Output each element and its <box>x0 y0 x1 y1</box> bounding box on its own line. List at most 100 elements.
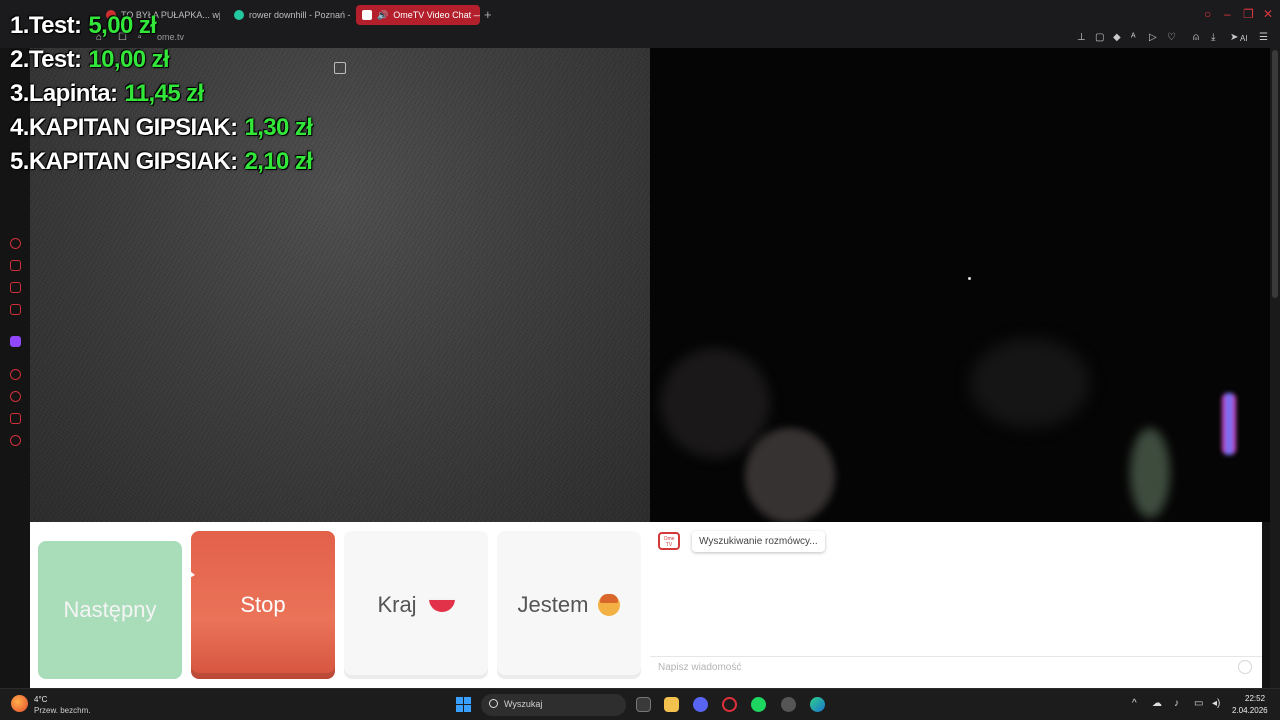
donation-item: 5.KAPITAN GIPSIAK: 2,10 zł <box>10 145 313 179</box>
donation-amount: 1,30 zł <box>244 114 313 141</box>
translate-icon[interactable]: ᴬ <box>1131 32 1136 44</box>
gender-button[interactable]: Jestem <box>497 531 641 679</box>
popout-icon[interactable] <box>334 62 346 74</box>
tab-label: OmeTV Video Chat — <box>393 10 480 20</box>
search-icon <box>489 699 498 708</box>
donation-name: KAPITAN GIPSIAK: <box>28 148 238 175</box>
close-icon[interactable]: ✕ <box>1263 8 1273 20</box>
boy-face-icon <box>598 594 621 616</box>
shield-icon[interactable]: ◆ <box>1113 32 1121 44</box>
donation-rank: 1. <box>10 12 29 39</box>
speaker-icon: 🔊 <box>377 9 389 20</box>
video-light-dot <box>968 277 971 280</box>
task-view-icon[interactable] <box>636 697 651 712</box>
aria-icon[interactable] <box>10 238 21 249</box>
heart-icon[interactable]: ♡ <box>1167 32 1176 44</box>
address-bar: ⌂ ☐ ▫ ome.tv ⊥ ▢ ◆ ᴬ ▷ ♡ ⍝ ⤓ ➤ AI ☰ <box>0 30 1280 48</box>
menu-icon[interactable]: ☰ <box>1259 32 1268 44</box>
ometv-logo-icon: Ome TV <box>658 532 680 550</box>
twitch-icon[interactable] <box>10 336 21 347</box>
next-button[interactable]: Następny <box>38 541 182 679</box>
ai-label[interactable]: AI <box>1240 33 1248 45</box>
donation-item: 3.Lapinta: 11,45 zł <box>10 77 204 111</box>
edge-icon[interactable] <box>810 697 825 712</box>
donation-amount: 5,00 zł <box>88 12 157 39</box>
emoji-icon[interactable] <box>1238 660 1252 674</box>
chevron-up-icon[interactable]: ^ <box>1132 699 1137 709</box>
donation-amount: 2,10 zł <box>244 148 313 175</box>
discord-icon[interactable] <box>693 697 708 712</box>
video-figure-hand <box>970 338 1090 428</box>
pin-icon[interactable]: ⊥ <box>1077 32 1086 44</box>
play-icon[interactable]: ▷ <box>1149 32 1157 44</box>
profile-icon[interactable]: ⍝ <box>1193 32 1199 44</box>
chat-status-message: Wyszukiwanie rozmówcy... <box>692 531 825 552</box>
ometv-tab-icon <box>362 10 372 20</box>
weather-icon[interactable] <box>11 695 28 712</box>
donation-item: 4.KAPITAN GIPSIAK: 1,30 zł <box>10 111 313 145</box>
donation-name: KAPITAN GIPSIAK: <box>28 114 238 141</box>
donation-rank: 5. <box>10 148 29 175</box>
donation-rank: 2. <box>10 46 29 73</box>
steam-icon[interactable] <box>781 697 796 712</box>
cloud-icon[interactable]: ☁ <box>1152 699 1162 709</box>
search-tabs-icon[interactable]: ○ <box>1204 8 1211 20</box>
chat-controls: Następny Stop Kraj Jestem <box>30 522 650 688</box>
volume-icon[interactable]: ◂) <box>1212 699 1220 709</box>
clock-date[interactable]: 2.04.2026 <box>1232 706 1268 715</box>
snapshot-icon[interactable]: ▢ <box>1095 32 1104 44</box>
video-figure-face <box>745 428 835 522</box>
search-label: Wyszukaj <box>504 699 543 709</box>
donation-amount: 10,00 zł <box>88 46 169 73</box>
workspace-icon[interactable] <box>10 260 21 271</box>
donation-item: 2.Test: 10,00 zł <box>10 43 170 77</box>
clock-time[interactable]: 22:52 <box>1245 694 1265 703</box>
new-tab-button[interactable]: + <box>484 8 492 21</box>
player-icon[interactable] <box>10 369 21 380</box>
donation-item: 1.Test: 5,00 zł <box>10 9 157 43</box>
display-icon[interactable]: ▭ <box>1194 699 1203 709</box>
file-explorer-icon[interactable] <box>664 697 679 712</box>
page-scrollbar[interactable] <box>1270 48 1280 688</box>
remote-video <box>650 48 1270 522</box>
chat-icon[interactable] <box>10 282 21 293</box>
chat-panel: Ome TV Wyszukiwanie rozmówcy... <box>650 522 1262 688</box>
donation-name: Lapinta: <box>28 80 118 107</box>
stop-button[interactable]: Stop <box>191 531 335 679</box>
donation-name: Test: <box>28 46 82 73</box>
scrollbar-thumb[interactable] <box>1272 50 1278 298</box>
divider <box>650 656 1262 657</box>
taskbar-search[interactable]: Wyszukaj <box>481 694 626 716</box>
spotify-icon[interactable] <box>751 697 766 712</box>
browser-tab-bar: TO BYŁA PUŁAPKA... wjec rower downhill -… <box>0 0 1280 30</box>
weather-description[interactable]: Przew. bezchm. <box>34 706 90 715</box>
settings-icon[interactable] <box>10 435 21 446</box>
minimize-icon[interactable]: – <box>1224 8 1231 20</box>
gender-button-label: Jestem <box>517 592 589 617</box>
taskbar: 4°C Przew. bezchm. Wyszukaj ^ ☁ ♪ ▭ ◂) 2… <box>0 688 1280 720</box>
tab-ometv[interactable]: 🔊 OmeTV Video Chat — <box>356 5 480 25</box>
restore-icon[interactable]: ❐ <box>1243 8 1254 20</box>
url-text[interactable]: ome.tv <box>157 32 184 42</box>
next-button-label: Następny <box>63 597 157 622</box>
windows-start-icon[interactable] <box>456 697 471 712</box>
chatgpt-icon <box>234 10 244 20</box>
extensions-icon[interactable] <box>10 413 21 424</box>
microphone-icon[interactable]: ♪ <box>1174 699 1179 709</box>
donation-rank: 3. <box>10 80 29 107</box>
chat-message-input[interactable] <box>658 662 1218 673</box>
history-icon[interactable] <box>10 391 21 402</box>
donation-name: Test: <box>28 12 82 39</box>
donation-amount: 11,45 zł <box>124 80 204 107</box>
video-light <box>1130 428 1170 518</box>
tab-search[interactable]: rower downhill - Poznań - <box>228 5 350 25</box>
send-icon[interactable]: ➤ <box>1230 32 1238 44</box>
poland-flag-icon <box>428 598 455 612</box>
opera-gx-icon[interactable] <box>722 697 737 712</box>
messenger-icon[interactable] <box>10 304 21 315</box>
video-rgb-light <box>1222 393 1236 455</box>
tab-label: rower downhill - Poznań - <box>249 10 350 20</box>
weather-temperature[interactable]: 4°C <box>34 695 47 704</box>
download-icon[interactable]: ⤓ <box>1211 32 1215 44</box>
country-button[interactable]: Kraj <box>344 531 488 679</box>
